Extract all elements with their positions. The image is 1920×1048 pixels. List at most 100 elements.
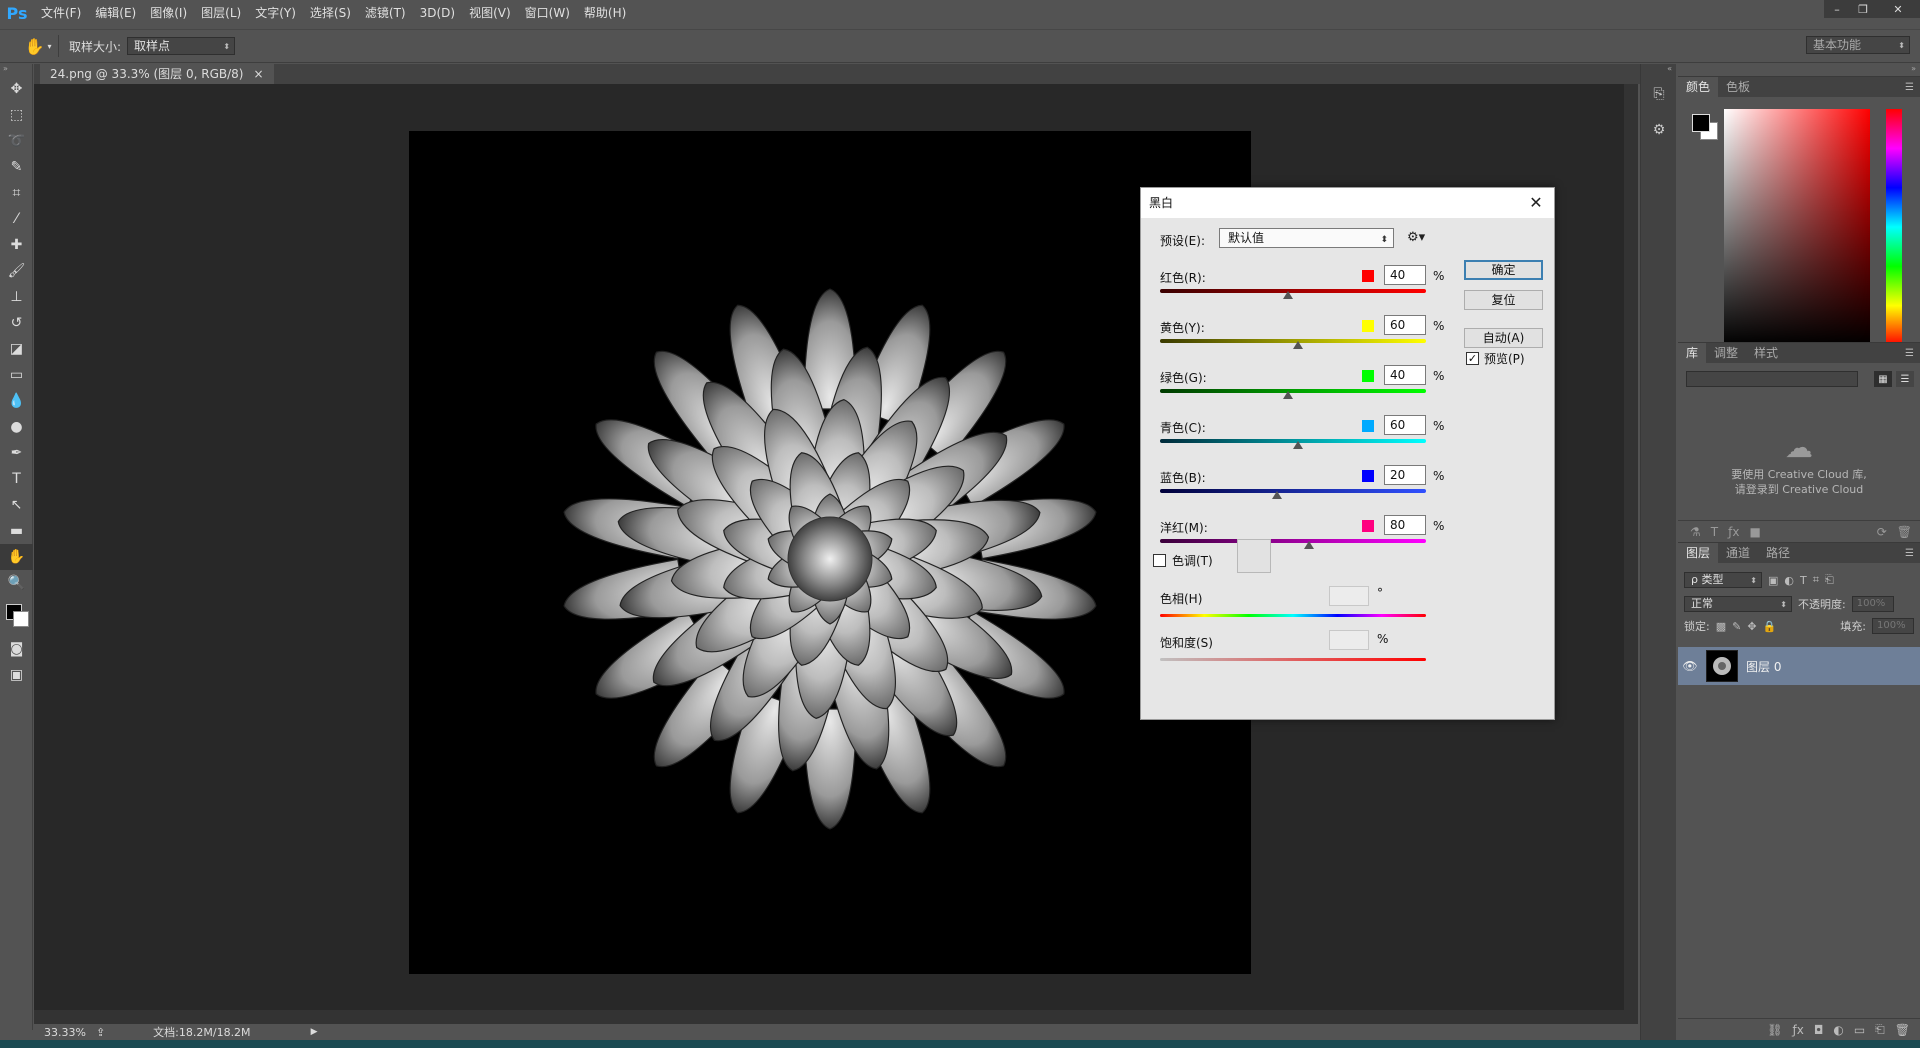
menu-3d[interactable]: 3D(D) xyxy=(413,0,462,26)
hue-track[interactable] xyxy=(1160,614,1426,617)
new-group-icon[interactable]: ▭ xyxy=(1854,1023,1865,1037)
properties-panel-icon[interactable]: ⚙ xyxy=(1641,112,1677,148)
stamp-tool-icon[interactable]: ⊥ xyxy=(0,284,33,310)
history-brush-tool-icon[interactable]: ↺ xyxy=(0,310,33,336)
trash-icon[interactable]: 🗑 xyxy=(1897,525,1912,539)
collapse-arrows-icon[interactable]: » xyxy=(1678,64,1920,76)
history-panel-icon[interactable]: ⎘ xyxy=(1641,76,1677,112)
crop-tool-icon[interactable]: ⌗ xyxy=(0,180,33,206)
picker-foreground-swatch[interactable] xyxy=(1692,114,1710,132)
channel-input-green[interactable]: 40 xyxy=(1384,365,1426,385)
dodge-tool-icon[interactable]: ● xyxy=(0,414,33,440)
filter-type-icon[interactable]: T xyxy=(1800,574,1807,587)
quick-mask-icon[interactable]: ◙ xyxy=(0,636,33,662)
preview-checkbox-row[interactable]: ✓ 预览(P) xyxy=(1466,350,1525,367)
layer-filter-select[interactable]: ρ 类型 ⬍ xyxy=(1684,572,1762,588)
play-arrow-icon[interactable]: ▶ xyxy=(311,1027,318,1037)
list-view-icon[interactable]: ☰ xyxy=(1896,371,1914,387)
share-icon[interactable]: ⇪ xyxy=(96,1026,105,1039)
zoom-level[interactable]: 33.33% xyxy=(44,1026,86,1039)
filter-shape-icon[interactable]: ⌗ xyxy=(1813,573,1819,587)
layer-name[interactable]: 图层 0 xyxy=(1746,658,1781,675)
lock-transparent-icon[interactable]: ▩ xyxy=(1716,620,1726,633)
channel-thumb-blue[interactable] xyxy=(1272,491,1283,499)
login-message-line2[interactable]: 请登录到 Creative Cloud xyxy=(1678,482,1920,497)
adjustment-layer-icon[interactable]: ◐ xyxy=(1833,1023,1843,1037)
color-picker-field[interactable] xyxy=(1724,109,1870,345)
channel-thumb-magenta[interactable] xyxy=(1303,541,1314,549)
tab-libraries[interactable]: 库 xyxy=(1678,343,1707,363)
channel-input-yellow[interactable]: 60 xyxy=(1384,315,1426,335)
layer-row[interactable]: 👁 图层 0 xyxy=(1678,647,1920,685)
document-tab[interactable]: 24.png @ 33.3% (图层 0, RGB/8) × xyxy=(40,64,274,84)
lasso-tool-icon[interactable]: ➰ xyxy=(0,128,33,154)
sample-size-select[interactable]: 取样点 ⬍ xyxy=(127,37,236,55)
channel-thumb-green[interactable] xyxy=(1282,391,1293,399)
lock-position-icon[interactable]: ✥ xyxy=(1747,620,1756,633)
lock-all-icon[interactable]: 🔒 xyxy=(1763,620,1777,633)
channel-input-cyan[interactable]: 60 xyxy=(1384,415,1426,435)
background-color-swatch[interactable] xyxy=(13,611,29,627)
dialog-close-icon[interactable]: ✕ xyxy=(1526,192,1546,212)
add-text-icon[interactable]: T xyxy=(1711,525,1718,539)
collapse-arrows-icon[interactable]: » xyxy=(0,64,32,76)
quick-select-tool-icon[interactable]: ✎ xyxy=(0,154,33,180)
document-tab-close-icon[interactable]: × xyxy=(253,64,263,84)
eyedropper-tool-icon[interactable]: ⁄ xyxy=(0,206,33,232)
channel-track-magenta[interactable] xyxy=(1160,539,1426,543)
layer-mask-icon[interactable]: ◘ xyxy=(1814,1023,1824,1037)
move-tool-icon[interactable]: ✥ xyxy=(0,76,33,102)
menu-type[interactable]: 文字(Y) xyxy=(248,0,303,26)
hand-icon[interactable]: ✋ ▾ xyxy=(18,33,58,59)
link-layers-icon[interactable]: ⛓ xyxy=(1767,1023,1782,1037)
shape-tool-icon[interactable]: ▬ xyxy=(0,518,33,544)
layer-style-icon[interactable]: ƒx xyxy=(1793,1023,1804,1037)
blend-mode-select[interactable]: 正常 ⬍ xyxy=(1684,596,1792,612)
gradient-tool-icon[interactable]: ▭ xyxy=(0,362,33,388)
opacity-input[interactable]: 100% xyxy=(1851,596,1894,612)
tab-styles[interactable]: 样式 xyxy=(1746,343,1786,363)
lock-paint-icon[interactable]: ✎ xyxy=(1732,620,1741,633)
menu-edit[interactable]: 编辑(E) xyxy=(88,0,143,26)
auto-button[interactable]: 自动(A) xyxy=(1464,328,1543,348)
menu-layer[interactable]: 图层(L) xyxy=(194,0,248,26)
cc-sync-icon[interactable]: ⟳ xyxy=(1877,525,1887,539)
path-select-tool-icon[interactable]: ↖ xyxy=(0,492,33,518)
hand-tool-icon[interactable]: ✋ xyxy=(0,544,33,570)
pen-tool-icon[interactable]: ✒ xyxy=(0,440,33,466)
collapse-arrows-icon[interactable]: « xyxy=(1641,64,1676,76)
filter-adjust-icon[interactable]: ◐ xyxy=(1784,574,1794,587)
hue-slider[interactable] xyxy=(1886,109,1902,345)
close-window-button[interactable]: ✕ xyxy=(1876,0,1920,18)
menu-view[interactable]: 视图(V) xyxy=(462,0,518,26)
add-graphic-icon[interactable]: ⚗ xyxy=(1690,525,1701,539)
channel-track-green[interactable] xyxy=(1160,389,1426,393)
filter-smart-icon[interactable]: ⎗ xyxy=(1825,573,1834,587)
tab-color[interactable]: 颜色 xyxy=(1678,77,1719,97)
eraser-tool-icon[interactable]: ◪ xyxy=(0,336,33,362)
visibility-eye-icon[interactable]: 👁 xyxy=(1678,659,1702,673)
preset-select[interactable]: 默认值 ⬍ xyxy=(1219,228,1394,248)
panel-menu-icon[interactable]: ☰ xyxy=(1905,348,1920,359)
menu-help[interactable]: 帮助(H) xyxy=(577,0,633,26)
panel-menu-icon[interactable]: ☰ xyxy=(1905,82,1920,93)
menu-image[interactable]: 图像(I) xyxy=(143,0,194,26)
hue-input[interactable] xyxy=(1329,586,1369,606)
preset-options-gear-icon[interactable]: ⚙▾ xyxy=(1407,230,1425,245)
menu-filter[interactable]: 滤镜(T) xyxy=(358,0,413,26)
channel-track-red[interactable] xyxy=(1160,289,1426,293)
add-color-icon[interactable]: ■ xyxy=(1749,525,1760,539)
channel-input-blue[interactable]: 20 xyxy=(1384,465,1426,485)
screen-mode-icon[interactable]: ▣ xyxy=(0,662,33,688)
minimize-button[interactable]: – xyxy=(1824,0,1850,18)
type-tool-icon[interactable]: T xyxy=(0,466,33,492)
menu-file[interactable]: 文件(F) xyxy=(34,0,88,26)
menu-window[interactable]: 窗口(W) xyxy=(518,0,577,26)
tint-checkbox[interactable] xyxy=(1153,554,1166,567)
tab-adjustments[interactable]: 调整 xyxy=(1706,343,1746,363)
grid-view-icon[interactable]: ▦ xyxy=(1874,371,1892,387)
channel-input-red[interactable]: 40 xyxy=(1384,265,1426,285)
marquee-tool-icon[interactable]: ⬚ xyxy=(0,102,33,128)
tab-swatches[interactable]: 色板 xyxy=(1718,77,1758,97)
saturation-input[interactable] xyxy=(1329,630,1369,650)
